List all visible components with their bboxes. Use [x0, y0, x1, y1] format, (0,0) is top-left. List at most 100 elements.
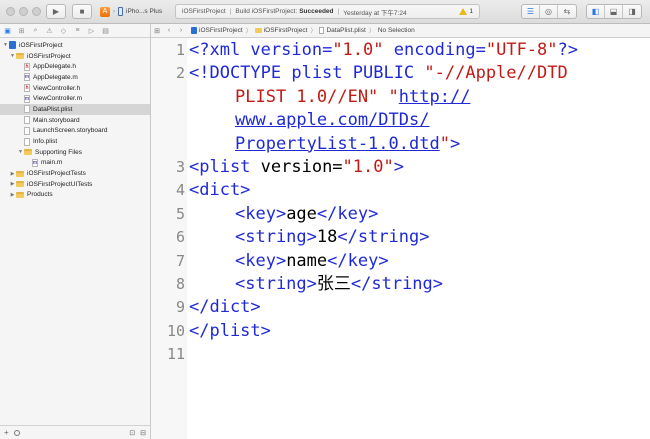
test-navigator-tab-icon[interactable]: ◇ [59, 26, 68, 35]
minimize-window-button[interactable] [19, 7, 28, 16]
forward-arrow-icon[interactable]: › [175, 27, 187, 34]
symbol-navigator-tab-icon[interactable]: ⊞ [17, 26, 26, 35]
navigator-item[interactable]: Main.storyboard [0, 115, 150, 126]
string-open-tag: <string> [235, 227, 317, 248]
activity-viewer: iOSFirstProject | Build iOSFirstProject:… [175, 4, 480, 19]
report-navigator-tab-icon[interactable]: ▤ [101, 26, 110, 35]
navigator-item-label: LaunchScreen.storyboard [33, 127, 108, 135]
xml-decl-close: ?> [557, 40, 578, 60]
navigator-item[interactable]: m main.m [0, 158, 150, 169]
navigator-item[interactable]: ▶ iOSFirstProjectTests [0, 168, 150, 179]
code-area[interactable]: 1 <?xml version="1.0" encoding="UTF-8"?>… [151, 39, 650, 367]
breadcrumb-separator: 〉 [245, 29, 252, 35]
navigator-item[interactable]: ▼ iOSFirstProject [0, 51, 150, 62]
navigator-item[interactable]: Info.plist [0, 136, 150, 147]
find-navigator-tab-icon[interactable]: ⌕ [31, 26, 40, 35]
source-editor[interactable]: 1 <?xml version="1.0" encoding="UTF-8"?>… [151, 38, 650, 439]
disclosure-closed-icon[interactable]: ▶ [9, 171, 16, 177]
header-file-icon: h [24, 62, 30, 71]
disclosure-open-icon[interactable]: ▼ [9, 53, 16, 59]
related-items-icon[interactable]: ⊞ [151, 27, 163, 35]
dtd-url-link[interactable]: www.apple.com/DTDs/ [235, 110, 429, 130]
navigator-item-label: iOSFirstProject [19, 41, 63, 49]
folder-icon [16, 191, 24, 198]
disclosure-closed-icon[interactable]: ▶ [9, 181, 16, 187]
view-toggle-control[interactable]: ◧ ⬓ ◨ [586, 4, 642, 19]
run-button[interactable]: ▶ [46, 4, 66, 19]
navigator-item-label: AppDelegate.m [33, 73, 78, 81]
code-line: 2 <!DOCTYPE plist PUBLIC "-//Apple//DTD [151, 62, 650, 85]
breadcrumb-group[interactable]: iOSFirstProject [254, 27, 307, 34]
dtd-url-link[interactable]: http:// [399, 87, 471, 107]
code-line: 9 </dict> [151, 296, 650, 319]
assistant-editor-icon[interactable]: ◎ [540, 5, 558, 18]
navigator-item[interactable]: LaunchScreen.storyboard [0, 126, 150, 137]
jump-bar: ⊞ ‹ › iOSFirstProject 〉 iOSFirstProject … [151, 24, 650, 38]
navigator-item-label: ViewController.h [33, 84, 81, 92]
key-close-tag: </key> [327, 250, 389, 271]
implementation-file-icon: m [32, 158, 38, 167]
show-modified-icon[interactable]: ⊟ [140, 429, 146, 437]
editor-mode-control[interactable]: ☰ ◎ ⇆ [521, 4, 577, 19]
zoom-window-button[interactable] [32, 7, 41, 16]
folder-icon [16, 181, 24, 188]
warning-indicator[interactable]: 1 [459, 8, 473, 15]
activity-status-result: Succeeded [299, 8, 334, 15]
key-open-tag: <key> [235, 250, 287, 271]
navigator-item[interactable]: m ViewController.m [0, 93, 150, 104]
filter-icon[interactable] [13, 429, 20, 436]
navigator-item-label: iOSFirstProjectUITests [27, 180, 93, 188]
disclosure-open-icon[interactable]: ▼ [2, 42, 9, 48]
close-window-button[interactable] [6, 7, 15, 16]
xml-decl-open: <?xml [189, 40, 251, 60]
debug-navigator-tab-icon[interactable]: ≡ [73, 26, 82, 35]
version-editor-icon[interactable]: ⇆ [558, 5, 576, 18]
code-line: 6 <string>18</string> [151, 226, 650, 249]
folder-icon [16, 170, 24, 177]
issue-navigator-tab-icon[interactable]: ⚠ [45, 26, 54, 35]
doctype-open: <!DOCTYPE plist PUBLIC [189, 63, 425, 84]
navigator-item[interactable]: ▶ iOSFirstProjectUITests [0, 179, 150, 190]
navigator-item[interactable]: h ViewController.h [0, 83, 150, 94]
string-value: 张三 [316, 274, 351, 295]
code-line-wrap: PLIST 1.0//EN" "http:// [151, 86, 650, 109]
add-file-icon[interactable]: + [4, 428, 9, 437]
chevron-right-icon: › [113, 8, 115, 15]
standard-editor-icon[interactable]: ☰ [522, 5, 540, 18]
utilities-toggle-icon[interactable]: ◨ [623, 5, 641, 18]
breadcrumb-label: iOSFirstProject [199, 27, 243, 34]
breadcrumb-project[interactable]: iOSFirstProject [191, 27, 243, 34]
activity-status-prefix: Build iOSFirstProject: [235, 8, 298, 15]
debug-area-toggle-icon[interactable]: ⬓ [605, 5, 623, 18]
back-arrow-icon[interactable]: ‹ [163, 27, 175, 34]
storyboard-file-icon [24, 126, 30, 135]
string-value: 18 [316, 227, 338, 248]
navigator-toggle-icon[interactable]: ◧ [587, 5, 605, 18]
string-close-tag: </string> [350, 274, 444, 295]
navigator-item[interactable]: ▶ Products [0, 190, 150, 201]
doctype-string: "-//Apple//DTD [424, 63, 568, 84]
navigator-item[interactable]: h AppDelegate.h [0, 61, 150, 72]
navigator-item[interactable]: DataPlist.plist [0, 104, 150, 115]
breadcrumb-selection[interactable]: No Selection [378, 27, 415, 34]
navigator-item-label: ViewController.m [33, 95, 83, 103]
scheme-selector[interactable]: A › iPho...s Plus [100, 4, 162, 19]
recent-files-icon[interactable]: ⊡ [129, 429, 135, 437]
navigator-item[interactable]: ▼ Supporting Files [0, 147, 150, 158]
navigator-item[interactable]: ▼ iOSFirstProject [0, 40, 150, 51]
line-number: 1 [175, 41, 185, 59]
disclosure-closed-icon[interactable]: ▶ [9, 192, 16, 198]
disclosure-open-icon[interactable]: ▼ [17, 149, 24, 155]
dtd-url-link[interactable]: PropertyList-1.0.dtd [235, 134, 440, 154]
breadcrumb-file[interactable]: DataPlist.plist [319, 27, 366, 34]
play-icon: ▶ [52, 7, 60, 16]
code-line: 11 [151, 343, 650, 366]
breakpoint-navigator-tab-icon[interactable]: ▷ [87, 26, 96, 35]
project-navigator-tab-icon[interactable]: ▣ [3, 26, 12, 35]
code-line: 1 <?xml version="1.0" encoding="UTF-8"?> [151, 39, 650, 62]
stop-button[interactable]: ■ [72, 4, 92, 19]
navigator-item[interactable]: m AppDelegate.m [0, 72, 150, 83]
key-value: age [286, 203, 317, 224]
breadcrumb-label: DataPlist.plist [326, 27, 366, 34]
key-open-tag: <key> [235, 203, 287, 224]
